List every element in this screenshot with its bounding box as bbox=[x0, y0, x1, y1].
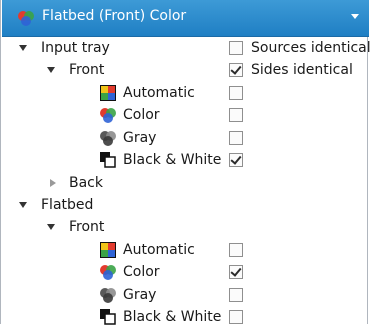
sides-identical-checkbox[interactable] bbox=[229, 63, 243, 77]
tree-node-flatbed-front[interactable]: Front bbox=[1, 216, 369, 238]
color-mode-icon bbox=[18, 11, 34, 26]
mode-title: Flatbed (Front) Color bbox=[42, 8, 187, 24]
tree-item-black-white[interactable]: Black & White bbox=[1, 306, 369, 328]
tree-node-flatbed[interactable]: Flatbed bbox=[1, 194, 369, 216]
tree-item-label: Automatic bbox=[123, 85, 195, 101]
tree-node-label: Front bbox=[69, 219, 105, 235]
color-mode-icon bbox=[100, 265, 116, 280]
tree-item-gray[interactable]: Gray bbox=[1, 127, 369, 149]
item-checkbox[interactable] bbox=[229, 288, 243, 302]
item-checkbox[interactable] bbox=[229, 265, 243, 279]
tree-node-input-tray-front[interactable]: Front Sides identical bbox=[1, 59, 369, 81]
black-white-mode-icon bbox=[100, 309, 116, 325]
tree-node-label: Back bbox=[69, 175, 103, 191]
tree-item-gray[interactable]: Gray bbox=[1, 284, 369, 306]
expand-arrow-icon[interactable] bbox=[47, 67, 55, 73]
tree-node-label: Flatbed bbox=[41, 197, 94, 213]
chevron-down-icon[interactable] bbox=[351, 14, 359, 19]
tree-node-input-tray-back[interactable]: Back bbox=[1, 172, 369, 194]
tree-item-black-white[interactable]: Black & White bbox=[1, 149, 369, 171]
sources-identical-checkbox[interactable] bbox=[229, 41, 243, 55]
black-white-mode-icon bbox=[100, 152, 116, 168]
tree-node-input-tray[interactable]: Input tray Sources identical bbox=[1, 37, 370, 59]
gray-mode-icon bbox=[100, 288, 116, 303]
settings-panel: Flatbed (Front) Color Input tray Sources… bbox=[0, 0, 370, 325]
color-mode-icon bbox=[100, 108, 116, 123]
tree-item-label: Color bbox=[123, 107, 160, 123]
expand-arrow-icon[interactable] bbox=[47, 224, 55, 230]
expand-arrow-icon[interactable] bbox=[19, 202, 27, 208]
tree-node-label: Input tray bbox=[41, 40, 110, 56]
automatic-mode-icon bbox=[100, 242, 116, 258]
tree-item-automatic[interactable]: Automatic bbox=[1, 239, 369, 261]
tree-item-label: Black & White bbox=[123, 309, 222, 325]
tree-item-automatic[interactable]: Automatic bbox=[1, 82, 369, 104]
item-checkbox[interactable] bbox=[229, 86, 243, 100]
tree-item-label: Gray bbox=[123, 130, 157, 146]
item-checkbox[interactable] bbox=[229, 243, 243, 257]
gray-mode-icon bbox=[100, 131, 116, 146]
expand-arrow-icon[interactable] bbox=[19, 45, 27, 51]
tree-node-label: Front bbox=[69, 62, 105, 78]
automatic-mode-icon bbox=[100, 85, 116, 101]
collapse-arrow-icon[interactable] bbox=[50, 179, 56, 187]
tree-item-label: Black & White bbox=[123, 152, 222, 168]
tree-item-label: Color bbox=[123, 264, 160, 280]
tree-item-label: Gray bbox=[123, 287, 157, 303]
tree-item-label: Automatic bbox=[123, 242, 195, 258]
sides-identical-label: Sides identical bbox=[251, 62, 353, 78]
item-checkbox[interactable] bbox=[229, 108, 243, 122]
tree-item-color[interactable]: Color bbox=[1, 261, 369, 283]
sources-identical-label: Sources identical bbox=[251, 40, 370, 56]
item-checkbox[interactable] bbox=[229, 131, 243, 145]
item-checkbox[interactable] bbox=[229, 310, 243, 324]
mode-dropdown[interactable]: Flatbed (Front) Color bbox=[2, 0, 369, 37]
item-checkbox[interactable] bbox=[229, 153, 243, 167]
tree-item-color[interactable]: Color bbox=[1, 104, 369, 126]
